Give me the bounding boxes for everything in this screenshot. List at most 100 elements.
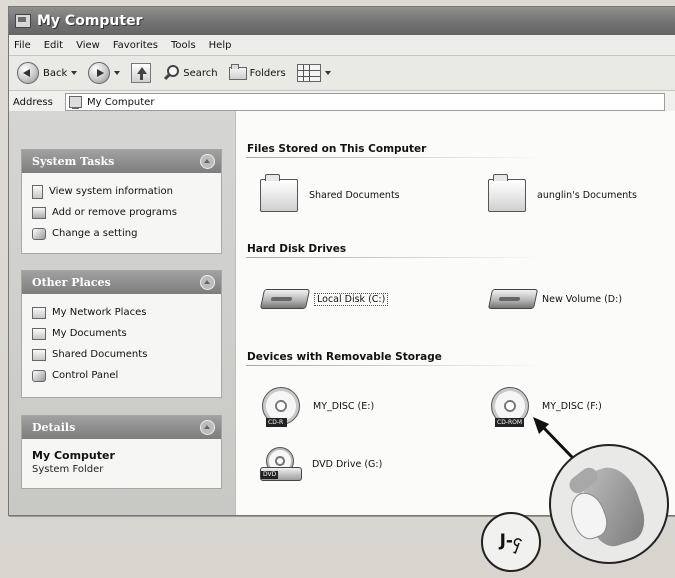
address-value: My Computer — [87, 96, 155, 108]
folders-label: Folders — [249, 67, 286, 79]
details-type: System Folder — [32, 464, 104, 475]
task-label: Add or remove programs — [52, 207, 177, 218]
collapse-icon — [200, 275, 215, 290]
back-label: Back — [43, 67, 68, 79]
folders-button[interactable]: Folders — [228, 60, 286, 86]
menu-edit[interactable]: Edit — [44, 40, 63, 51]
documents-folder-icon — [32, 327, 46, 340]
cd-drive-icon: CD-R — [262, 387, 300, 427]
section-divider — [246, 257, 546, 258]
up-folder-icon — [131, 63, 152, 83]
views-dropdown-icon — [324, 71, 331, 75]
menu-help[interactable]: Help — [209, 40, 232, 51]
item-label: Local Disk (C:) — [314, 292, 389, 306]
item-label: aunglin's Documents — [537, 190, 637, 201]
search-label: Search — [183, 67, 218, 79]
dvd-drive-g-item[interactable]: DVD DVD Drive (G:) — [260, 447, 382, 481]
cd-r-badge: CD-R — [266, 418, 287, 427]
control-panel-icon — [32, 227, 46, 240]
my-computer-icon — [69, 96, 82, 109]
section-divider — [246, 365, 546, 366]
place-shared-documents[interactable]: Shared Documents — [32, 344, 211, 365]
views-icon — [296, 64, 321, 82]
address-field[interactable]: My Computer — [65, 93, 665, 111]
my-disc-e-item[interactable]: CD-R MY_DISC (E:) — [262, 387, 375, 427]
place-label: Control Panel — [52, 370, 119, 381]
back-arrow-icon — [17, 62, 39, 84]
explorer-window: My Computer File Edit View Favorites Too… — [8, 6, 675, 516]
back-dropdown-icon — [71, 71, 78, 75]
task-label: View system information — [49, 186, 173, 197]
local-disk-c-item[interactable]: Local Disk (C:) — [259, 289, 389, 309]
place-label: My Network Places — [52, 307, 147, 318]
hard-drive-icon — [259, 289, 311, 309]
place-label: My Documents — [52, 328, 127, 339]
place-my-network-places[interactable]: My Network Places — [32, 302, 211, 323]
shared-folder-icon — [32, 348, 46, 361]
cd-rom-badge: CD-ROM — [495, 418, 525, 427]
details-panel: Details My Computer System Folder — [21, 415, 222, 489]
other-places-panel: Other Places My Network Places My Docume… — [21, 270, 222, 398]
control-panel-icon — [32, 369, 46, 382]
annotation-circle: J-ႁ — [481, 512, 541, 572]
details-header[interactable]: Details — [22, 416, 221, 439]
back-button[interactable]: Back — [17, 60, 78, 86]
screenshot-root: My Computer File Edit View Favorites Too… — [0, 0, 675, 578]
collapse-icon — [200, 154, 215, 169]
menu-tools[interactable]: Tools — [171, 40, 196, 51]
item-label: Shared Documents — [309, 190, 400, 201]
dvd-drive-icon: DVD — [260, 447, 302, 481]
place-my-documents[interactable]: My Documents — [32, 323, 211, 344]
task-view-system-information[interactable]: View system information — [32, 181, 211, 202]
search-button[interactable]: Search — [162, 60, 218, 86]
item-label: MY_DISC (F:) — [542, 400, 602, 412]
task-pane: System Tasks View system information Add… — [9, 111, 236, 515]
up-button[interactable] — [131, 60, 152, 86]
task-change-setting[interactable]: Change a setting — [32, 223, 211, 244]
task-label: Change a setting — [52, 228, 138, 239]
hard-drive-icon — [487, 289, 539, 309]
menu-bar: File Edit View Favorites Tools Help — [9, 35, 675, 56]
collapse-icon — [200, 420, 215, 435]
other-places-title: Other Places — [32, 276, 111, 289]
system-tasks-title: System Tasks — [32, 155, 115, 168]
window-title: My Computer — [37, 13, 143, 29]
menu-view[interactable]: View — [76, 40, 100, 51]
forward-dropdown-icon — [114, 71, 121, 75]
place-label: Shared Documents — [52, 349, 148, 360]
dvd-badge: DVD — [261, 471, 279, 479]
details-title: Details — [32, 421, 76, 434]
folders-icon — [228, 63, 247, 80]
removable-section-title: Devices with Removable Storage — [247, 351, 442, 363]
folder-icon — [260, 174, 298, 212]
menu-file[interactable]: File — [14, 40, 31, 51]
folder-icon — [488, 174, 526, 212]
new-volume-d-item[interactable]: New Volume (D:) — [487, 289, 623, 309]
other-places-header[interactable]: Other Places — [22, 271, 221, 294]
item-label: New Volume (D:) — [542, 293, 623, 305]
details-name: My Computer — [32, 449, 115, 462]
item-label: MY_DISC (E:) — [313, 400, 375, 412]
menu-favorites[interactable]: Favorites — [113, 40, 158, 51]
user-documents-item[interactable]: aunglin's Documents — [488, 174, 637, 212]
section-divider — [246, 157, 546, 158]
standard-toolbar: Back Search Folders — [9, 56, 675, 91]
programs-icon — [32, 206, 46, 219]
system-tasks-panel: System Tasks View system information Add… — [21, 149, 222, 254]
task-add-remove-programs[interactable]: Add or remove programs — [32, 202, 211, 223]
forward-button[interactable] — [88, 60, 121, 86]
system-info-icon — [32, 184, 43, 199]
place-control-panel[interactable]: Control Panel — [32, 365, 211, 386]
hard-disk-section-title: Hard Disk Drives — [247, 243, 347, 255]
item-label: DVD Drive (G:) — [312, 458, 383, 470]
views-button[interactable] — [296, 60, 331, 86]
shared-documents-item[interactable]: Shared Documents — [260, 174, 400, 212]
my-disc-f-item[interactable]: CD-ROM MY_DISC (F:) — [491, 387, 602, 427]
network-icon — [32, 306, 46, 319]
forward-arrow-icon — [88, 62, 111, 84]
search-icon — [162, 64, 180, 82]
address-label: Address — [13, 96, 53, 108]
computer-icon — [15, 14, 31, 28]
title-bar: My Computer — [9, 7, 675, 35]
system-tasks-header[interactable]: System Tasks — [22, 150, 221, 173]
